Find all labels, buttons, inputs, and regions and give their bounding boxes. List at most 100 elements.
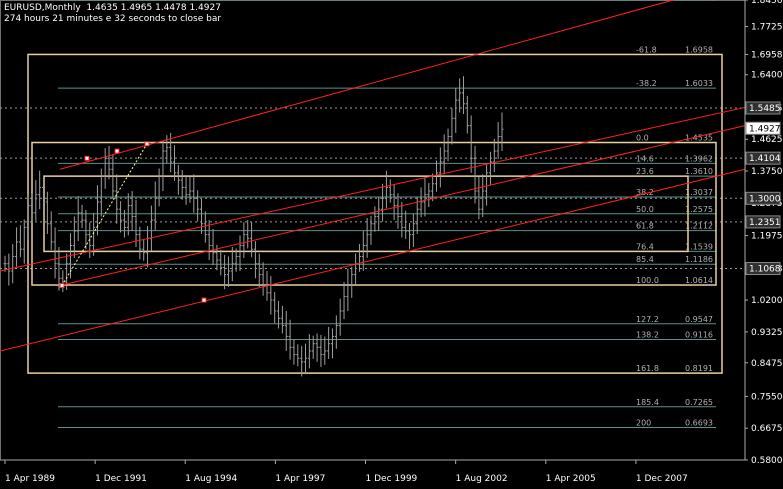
y-axis-tick-label: 0.9325 [751, 328, 783, 338]
y-axis-tick-label: 0.7550 [751, 392, 783, 402]
ohlc-bar [458, 78, 462, 113]
fibo-level-label: 14.6 [636, 154, 654, 163]
ohlc-bar [354, 253, 358, 285]
ohlc-bar [442, 134, 446, 175]
ohlc-bar [38, 170, 42, 210]
bar-countdown: 274 hours 21 minutes e 32 seconds to clo… [4, 14, 222, 24]
ohlc-values: 1.4635 1.4965 1.4478 1.4927 [86, 3, 221, 13]
anchor-point [59, 283, 65, 289]
x-axis-tick-label: 1 Aug 2002 [456, 474, 508, 484]
ohlc-bar [304, 343, 308, 375]
y-axis-tick-label: 1.1975 [751, 232, 783, 242]
ohlc-bar [450, 108, 454, 145]
y-axis-tick-label: 1.8456 [751, 0, 783, 6]
ohlc-bar [473, 145, 477, 204]
ohlc-bar [338, 298, 342, 336]
fibo-level-label: 61.8 [636, 222, 654, 231]
price-label-text: 1.4927 [749, 124, 781, 134]
ohlc-bar [80, 204, 84, 229]
ohlc-bar [176, 164, 180, 195]
ohlc-bar [203, 211, 207, 243]
ohlc-bar [30, 193, 34, 224]
ohlc-bar [199, 199, 203, 234]
ohlc-bar [404, 210, 408, 240]
y-axis-tick-label: 0.6675 [751, 424, 783, 434]
ohlc-bar [488, 151, 492, 186]
price-label-box: 1.5485 [745, 101, 781, 115]
fibo-level-price: 0.6693 [685, 419, 713, 428]
fibo-level-label: 50.0 [636, 205, 654, 214]
x-axis-tick-label: 1 Aug 1994 [185, 474, 237, 484]
ohlc-bar [115, 174, 119, 224]
price-label-text: 1.4104 [749, 154, 781, 164]
ohlc-bar [492, 138, 496, 173]
ohlc-bar [330, 328, 334, 359]
fibo-level-price: 0.8191 [685, 364, 713, 373]
fibo-level-label: 138.2 [636, 330, 659, 339]
ohlc-bar [223, 255, 227, 290]
fibo-level-label: 161.8 [636, 364, 659, 373]
ohlc-bar [149, 205, 153, 251]
ohlc-bar [392, 184, 396, 221]
ohlc-bar [300, 345, 304, 377]
symbol-label: EURUSD,Monthly [4, 3, 81, 13]
ohlc-bar [146, 225, 150, 268]
fibo-level-price: 0.9547 [685, 315, 713, 324]
y-axis-tick-label: 1.7725 [751, 23, 783, 33]
fibo-level-label: 100.0 [636, 276, 659, 285]
ohlc-bar [465, 95, 469, 134]
fibo-level-label: -61.8 [636, 45, 657, 54]
fibo-level-price: 1.3610 [685, 167, 713, 176]
fibo-levels: -1001.8456-61.81.6958-38.21.60330.01.453… [58, 0, 716, 429]
fibo-level-label: 200 [636, 419, 651, 428]
anchor-point [84, 155, 90, 161]
ohlc-bar [446, 128, 450, 162]
fibo-level-price: 1.3037 [685, 188, 713, 197]
ohlc-bar [18, 225, 22, 258]
ohlc-bar [381, 183, 385, 222]
ohlc-bar [400, 201, 404, 238]
ohlc-bar [15, 227, 19, 267]
ohlc-bar [500, 112, 504, 152]
fibo-level-price: 1.4535 [685, 134, 713, 143]
ohlc-bar [238, 235, 242, 271]
ohlc-bar [388, 179, 392, 203]
ohlc-bar [253, 241, 257, 279]
ohlc-bar [438, 147, 442, 188]
ohlc-bar [477, 176, 481, 220]
price-chart[interactable]: -1001.8456-61.81.6958-38.21.60330.01.453… [0, 0, 783, 489]
ohlc-bar [138, 226, 142, 260]
ohlc-bar [496, 121, 500, 160]
ohlc-bar [49, 211, 53, 250]
x-axis-tick-label: 1 Apr 1989 [5, 474, 55, 484]
fibo-level-label: 185.4 [636, 398, 659, 407]
y-axis-tick-label: 1.6958 [751, 50, 783, 60]
ohlc-bar [153, 181, 157, 231]
fibo-level-label: 85.4 [636, 255, 654, 264]
x-axis-tick-label: 1 Dec 2007 [636, 474, 688, 484]
ohlc-bar [61, 270, 65, 293]
anchor-point [144, 141, 150, 147]
anchor-point [201, 297, 207, 303]
ohlc-bar [408, 223, 412, 250]
ohlc-bar [427, 183, 431, 208]
fibo-level-price: 0.9116 [685, 330, 713, 339]
ohlc-bar [211, 228, 215, 266]
ohlc-bar [192, 174, 196, 213]
ohlc-bar [142, 239, 146, 261]
ohlc-bar [34, 180, 38, 221]
x-axis-tick-label: 1 Dec 1991 [95, 474, 147, 484]
price-label-box: 1.4927 [745, 121, 781, 135]
fibo-level-price: 1.2112 [685, 222, 713, 231]
y-axis-tick-label: 0.5800 [751, 456, 783, 466]
ohlc-bar [280, 305, 284, 334]
ohlc-bar [103, 148, 107, 189]
ohlc-bar [469, 115, 473, 173]
y-axis-labels: 1.8456 1.7725 1.6958 1.6400 1.5485 1.4625 1.37… [745, 0, 783, 466]
ohlc-bar [119, 201, 123, 233]
ohlc-bar [242, 222, 246, 258]
fibo-level-price: 1.2575 [685, 205, 713, 214]
ohlc-bar [292, 339, 296, 365]
ohlc-bar [373, 206, 377, 232]
ohlc-bar [269, 276, 273, 315]
